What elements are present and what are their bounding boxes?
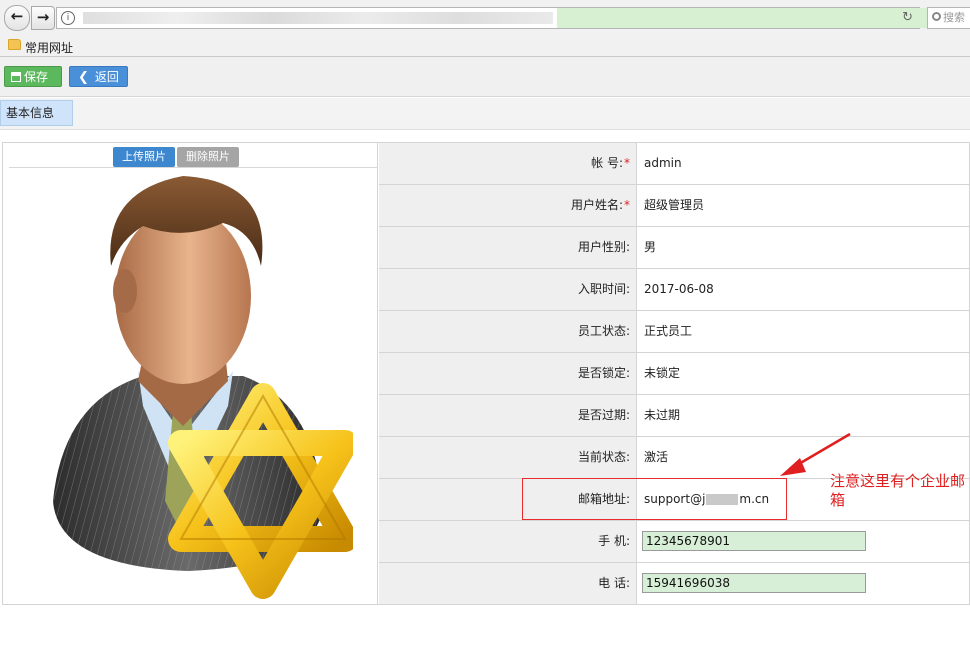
annotation-note: 注意这里有个企业邮箱 [830,472,966,509]
mobile-label: 手 机: [379,521,637,562]
upload-photo-button[interactable]: 上传照片 [113,147,175,167]
row-locked: 是否锁定: 未锁定 [379,353,969,395]
user-form: 上传照片 删除照片 帐 号:* admin 用户姓名:* 超级管理员 用户性别:… [2,142,970,605]
expired-label: 是否过期: [379,395,637,436]
current-status-value: 激活 [644,450,669,464]
tab-bar: 基本信息 [0,98,970,130]
gender-label: 用户性别: [379,227,637,268]
save-label: 保存 [24,70,49,84]
hire-date-value: 2017-06-08 [644,282,714,296]
email-highlight-box [522,478,787,520]
required-marker: * [624,198,630,212]
return-label: 返回 [94,70,119,84]
browser-chrome: ← → i ↻ 搜索 常用网址 [0,0,970,58]
forward-arrow-icon[interactable]: → [31,6,55,30]
name-label: 用户姓名:* [379,185,637,226]
row-expired: 是否过期: 未过期 [379,395,969,437]
row-mobile: 手 机: 12345678901 [379,521,969,563]
phone-input[interactable]: 15941696038 [642,573,866,593]
name-value: 超级管理员 [644,198,705,212]
toolbar: 保存 ❮ 返回 [0,57,970,97]
employee-status-label: 员工状态: [379,311,637,352]
mobile-input[interactable]: 12345678901 [642,531,866,551]
row-gender: 用户性别: 男 [379,227,969,269]
phone-label: 电 话: [379,563,637,604]
folder-icon [8,39,21,50]
save-button[interactable]: 保存 [4,66,62,87]
return-button[interactable]: ❮ 返回 [69,66,128,87]
reload-icon[interactable]: ↻ [902,10,913,25]
search-icon [932,12,941,21]
photo-panel: 上传照片 删除照片 [3,143,378,604]
required-marker: * [624,156,630,170]
search-box[interactable]: 搜索 [927,7,970,29]
row-phone: 电 话: 15941696038 [379,563,969,605]
bookmark-common-sites[interactable]: 常用网址 [25,39,73,56]
row-account: 帐 号:* admin [379,143,969,185]
bookmarks-bar: 常用网址 [0,36,970,56]
row-hire-date: 入职时间: 2017-06-08 [379,269,969,311]
info-icon[interactable]: i [61,11,75,25]
locked-value: 未锁定 [644,366,681,380]
tab-basic-info[interactable]: 基本信息 [0,100,73,126]
expired-value: 未过期 [644,408,681,422]
account-value: admin [644,156,682,170]
delete-photo-button[interactable]: 删除照片 [177,147,239,167]
search-placeholder: 搜索 [943,11,965,24]
admin-avatar-image [53,176,353,599]
current-status-label: 当前状态: [379,437,637,478]
gender-value: 男 [644,240,657,254]
address-highlight [557,8,947,28]
back-arrow-icon[interactable]: ← [4,5,30,31]
hire-date-label: 入职时间: [379,269,637,310]
locked-label: 是否锁定: [379,353,637,394]
chevron-left-icon: ❮ [78,70,89,85]
blurred-url [83,12,553,24]
row-employee-status: 员工状态: 正式员工 [379,311,969,353]
employee-status-value: 正式员工 [644,324,693,338]
row-name: 用户姓名:* 超级管理员 [379,185,969,227]
address-bar[interactable]: i ↻ [56,7,947,29]
save-icon [11,72,21,82]
photo-toolbar: 上传照片 删除照片 [9,145,378,168]
account-label: 帐 号:* [379,143,637,184]
